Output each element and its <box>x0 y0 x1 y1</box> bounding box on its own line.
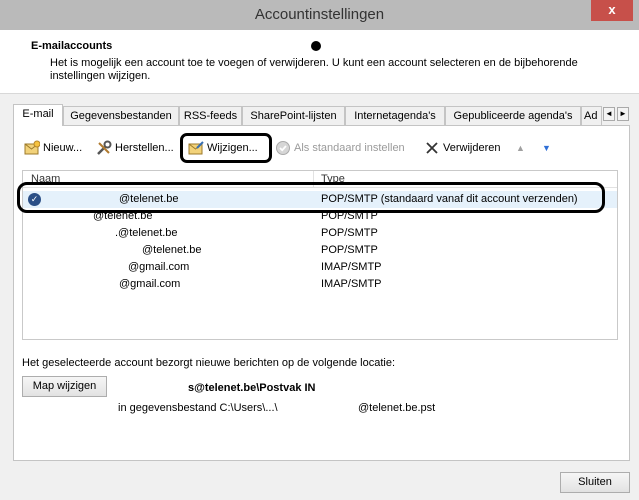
change-button[interactable]: Wijzigen... <box>188 136 258 160</box>
tab-published-calendars[interactable]: Gepubliceerde agenda's <box>445 106 581 125</box>
section-title: E-mailaccounts <box>31 40 113 52</box>
section-description: Het is mogelijk een account toe te voege… <box>50 57 578 82</box>
set-default-button[interactable]: Als standaard instellen <box>275 136 405 160</box>
account-type: POP/SMTP <box>321 244 378 256</box>
repair-label: Herstellen... <box>115 142 174 154</box>
account-name: @telenet.be <box>93 210 153 222</box>
account-type: POP/SMTP (standaard vanaf dit account ve… <box>321 193 578 205</box>
account-type: POP/SMTP <box>321 210 378 222</box>
tab-rss-feeds[interactable]: RSS-feeds <box>179 106 242 125</box>
change-label: Wijzigen... <box>207 142 258 154</box>
tab-email[interactable]: E-mail <box>13 104 63 126</box>
change-folder-button[interactable]: Map wijzigen <box>22 376 107 397</box>
data-file-path-prefix: in gegevensbestand C:\Users\...\ <box>118 402 278 414</box>
email-tab-panel: Nieuw... Herstellen... Wijzigen... Als s… <box>13 125 630 461</box>
account-name: @telenet.be <box>119 193 179 205</box>
new-account-label: Nieuw... <box>43 142 83 154</box>
check-circle-icon <box>275 140 291 156</box>
tab-address-books[interactable]: Ad <box>581 106 602 125</box>
tab-scroll-left-button[interactable]: ◄ <box>603 107 615 121</box>
set-default-label: Als standaard instellen <box>294 142 405 154</box>
account-name: @gmail.com <box>119 278 181 290</box>
account-list: Naam Type ✓ @telenet.be POP/SMTP (standa… <box>22 170 618 340</box>
delivery-folder-path: s@telenet.be\Postvak IN <box>188 382 316 394</box>
annotation-dot <box>311 41 321 51</box>
account-row[interactable]: @telenet.be POP/SMTP <box>23 208 617 225</box>
account-row[interactable]: ✓ @telenet.be POP/SMTP (standaard vanaf … <box>23 191 617 208</box>
account-type: IMAP/SMTP <box>321 278 382 290</box>
window-title: Accountinstellingen <box>254 6 385 23</box>
data-file-name: @telenet.be.pst <box>358 402 436 414</box>
account-name: @telenet.be <box>142 244 202 256</box>
column-name[interactable]: Naam <box>31 173 60 185</box>
change-account-icon <box>188 140 204 156</box>
new-account-button[interactable]: Nieuw... <box>24 136 82 160</box>
account-name: @gmail.com <box>128 261 190 273</box>
account-row[interactable]: @gmail.com IMAP/SMTP <box>23 259 617 276</box>
header-area: E-mailaccounts Het is mogelijk een accou… <box>0 30 639 94</box>
list-header: Naam Type <box>23 171 617 188</box>
account-name: .@telenet.be <box>115 227 178 239</box>
tab-sharepoint-lists[interactable]: SharePoint-lijsten <box>242 106 345 125</box>
move-down-button[interactable]: ▼ <box>542 136 551 160</box>
account-row[interactable]: @gmail.com IMAP/SMTP <box>23 276 617 293</box>
move-up-button[interactable]: ▲ <box>516 136 525 160</box>
remove-label: Verwijderen <box>443 142 501 154</box>
tools-icon <box>96 140 112 156</box>
column-separator[interactable] <box>313 171 314 188</box>
remove-x-icon <box>424 140 440 156</box>
tab-scroll-right-button[interactable]: ► <box>617 107 629 121</box>
tab-data-files[interactable]: Gegevensbestanden <box>63 106 179 125</box>
delivery-location-label: Het geselecteerde account bezorgt nieuwe… <box>22 357 396 369</box>
tab-internet-calendars[interactable]: Internetagenda's <box>345 106 445 125</box>
window-close-button[interactable]: x <box>591 0 633 21</box>
account-row[interactable]: .@telenet.be POP/SMTP <box>23 225 617 242</box>
new-account-icon <box>24 140 41 156</box>
account-row[interactable]: @telenet.be POP/SMTP <box>23 242 617 259</box>
column-type[interactable]: Type <box>321 173 345 185</box>
default-account-check-icon: ✓ <box>28 193 41 206</box>
account-type: POP/SMTP <box>321 227 378 239</box>
title-bar: Accountinstellingen x <box>0 0 639 30</box>
remove-button[interactable]: Verwijderen <box>424 136 500 160</box>
repair-button[interactable]: Herstellen... <box>96 136 174 160</box>
account-type: IMAP/SMTP <box>321 261 382 273</box>
close-dialog-button[interactable]: Sluiten <box>560 472 630 493</box>
